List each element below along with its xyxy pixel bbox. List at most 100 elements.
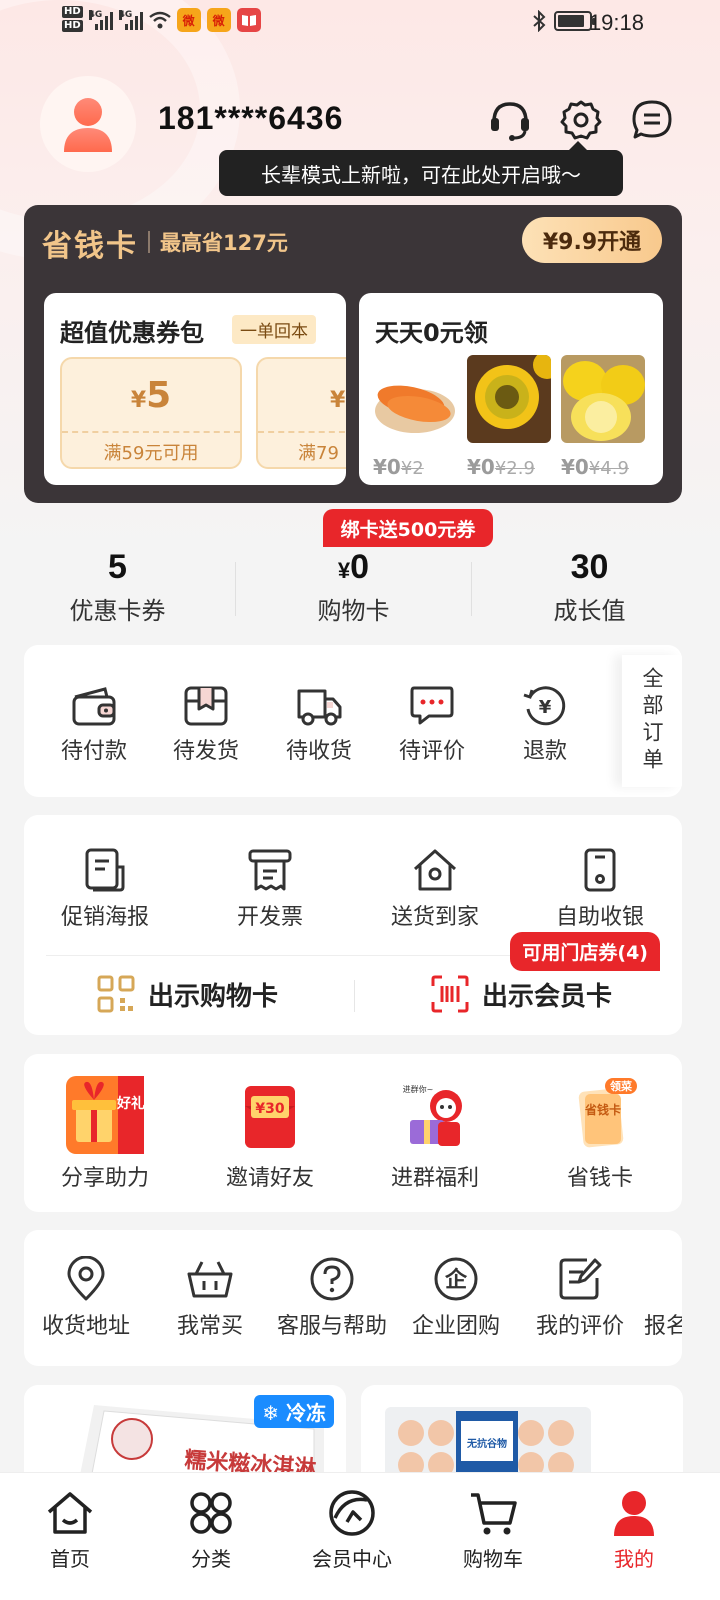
- book-app-icon: [236, 8, 261, 32]
- svg-text:领菜: 领菜: [609, 1079, 633, 1093]
- barcode-scan-icon: [431, 975, 469, 1013]
- mascot-icon: 进群你~: [380, 1076, 490, 1154]
- location-pin-icon: [34, 1256, 138, 1302]
- open-savings-card-button[interactable]: ¥9.9开通: [522, 217, 662, 263]
- store-coupon-badge[interactable]: 可用门店券(4): [510, 932, 660, 971]
- show-shopping-card-button[interactable]: 出示购物卡: [96, 974, 278, 1014]
- promo-share-boost[interactable]: 好礼 分享助力: [50, 1076, 160, 1192]
- coupon-pack-title: 超值优惠券包: [60, 319, 204, 347]
- home-icon: [10, 1487, 130, 1539]
- stat-coupons[interactable]: 5 优惠卡券: [0, 548, 235, 626]
- status-bar: HD HD 4G 4G 微 微 19:18: [0, 0, 720, 48]
- nav-home[interactable]: 首页: [10, 1487, 130, 1572]
- coupon-tile[interactable]: ¥5 满59元可用: [60, 357, 242, 469]
- battery-icon: [554, 11, 595, 31]
- home-delivery-icon: [380, 847, 490, 893]
- bottom-nav: 首页 分类 会员中心 购物车 我的: [0, 1472, 720, 1600]
- coupon-pack-panel[interactable]: 超值优惠券包 一单回本 ¥5 满59元可用 ¥ 满79: [44, 293, 346, 485]
- savings-card[interactable]: 省钱卡 最高省127元 ¥9.9开通 超值优惠券包 一单回本 ¥5 满59元可用…: [24, 205, 682, 503]
- stat-growth[interactable]: 30 成长值: [472, 548, 707, 626]
- phone-checkout-icon: [545, 847, 655, 893]
- clock: 19:18: [588, 10, 644, 35]
- tool-customer-help[interactable]: 客服与帮助: [272, 1256, 392, 1340]
- bind-card-badge[interactable]: 绑卡送500元券: [323, 509, 493, 547]
- order-refund[interactable]: ¥ 退款: [505, 685, 585, 765]
- promo-group-welfare[interactable]: 进群你~ 进群福利: [380, 1076, 490, 1192]
- tool-my-reviews[interactable]: 我的评价: [528, 1256, 632, 1340]
- nav-profile[interactable]: 我的: [574, 1487, 694, 1572]
- order-pending-payment[interactable]: 待付款: [54, 685, 134, 765]
- service-invoice[interactable]: 开发票: [215, 847, 325, 931]
- tool-frequent-buys[interactable]: 我常买: [158, 1256, 262, 1340]
- weibo-icon: 微: [206, 8, 231, 32]
- review-icon: [528, 1256, 632, 1302]
- chat-icon: [392, 685, 472, 727]
- tool-enterprise-purchase[interactable]: 企 企业团购: [404, 1256, 508, 1340]
- service-promo-poster[interactable]: 促销海报: [50, 847, 160, 931]
- settings-gear-icon[interactable]: [558, 97, 604, 143]
- all-orders-button[interactable]: 全部订单: [622, 655, 682, 787]
- nav-category[interactable]: 分类: [151, 1487, 271, 1572]
- tool-delivery-address[interactable]: 收货地址: [34, 1256, 138, 1340]
- svg-text:无抗谷物: 无抗谷物: [466, 1437, 507, 1450]
- profile-icon: [574, 1487, 694, 1539]
- elder-mode-tooltip[interactable]: 长辈模式上新啦，可在此处开启哦～: [219, 141, 623, 196]
- promo-savings-card[interactable]: 省钱卡 领菜 省钱卡: [545, 1076, 655, 1192]
- passion-fruit-image: [467, 351, 561, 443]
- message-icon[interactable]: [629, 97, 675, 143]
- customer-service-icon[interactable]: [487, 97, 533, 143]
- free-daily-title: 天天0元领: [375, 319, 488, 347]
- service-self-checkout[interactable]: 自助收银: [545, 847, 655, 931]
- order-to-review[interactable]: 待评价: [392, 685, 472, 765]
- order-to-receive[interactable]: 待收货: [279, 685, 359, 765]
- service-home-delivery[interactable]: 送货到家: [380, 847, 490, 931]
- enterprise-icon: 企: [404, 1256, 508, 1302]
- signal-icon: 4G: [88, 10, 113, 30]
- stat-shopping-card[interactable]: ¥0 购物卡: [236, 548, 471, 626]
- promos-card: 好礼 分享助力 ¥30 邀请好友 进群你~ 进群福利 省钱卡 领菜 省钱卡: [24, 1054, 682, 1212]
- weibo-icon: 微: [176, 8, 201, 32]
- svg-text:企: 企: [444, 1267, 468, 1293]
- promo-invite-friends[interactable]: ¥30 邀请好友: [215, 1076, 325, 1192]
- savings-card-icon: 省钱卡 领菜: [545, 1076, 655, 1154]
- lemon-image: [561, 355, 645, 443]
- svg-text:好礼: 好礼: [116, 1095, 144, 1112]
- wifi-icon: [148, 11, 171, 29]
- services-card: 促销海报 开发票 送货到家 自助收银 出示购物卡 出示会员卡 可用门店券(4): [24, 815, 682, 1035]
- cart-icon: [433, 1487, 553, 1539]
- snowflake-icon: ❄: [262, 1401, 280, 1425]
- red-envelope-icon: ¥30: [215, 1076, 325, 1154]
- carrot-image: [373, 355, 457, 443]
- box-icon: [166, 685, 246, 727]
- signal-icon: 4G: [118, 10, 143, 30]
- savings-card-title: 省钱卡: [42, 229, 138, 264]
- show-member-card-button[interactable]: 出示会员卡: [430, 974, 612, 1014]
- free-item-passion-fruit[interactable]: ¥0¥2.9: [467, 351, 561, 479]
- qr-code-icon: [97, 975, 135, 1013]
- coupon-pack-tag: 一单回本: [232, 315, 316, 344]
- nav-member-center[interactable]: 会员中心: [292, 1487, 412, 1572]
- avatar[interactable]: [40, 76, 136, 172]
- hd-indicator: HD HD: [62, 6, 83, 32]
- bluetooth-icon: [533, 10, 546, 32]
- svg-text:¥: ¥: [539, 697, 552, 718]
- user-phone: 181****6436: [158, 100, 344, 136]
- svg-text:进群你~: 进群你~: [403, 1084, 434, 1094]
- order-to-ship[interactable]: 待发货: [166, 685, 246, 765]
- free-daily-panel[interactable]: 天天0元领 ¥0¥2 ¥0¥2.9 ¥0¥4.9: [359, 293, 663, 485]
- nav-cart[interactable]: 购物车: [433, 1487, 553, 1572]
- refund-icon: ¥: [505, 685, 585, 727]
- tool-sign-up[interactable]: 报名: [644, 1256, 682, 1340]
- orders-card: 待付款 待发货 待收货 待评价 ¥ 退款 全部订单: [24, 645, 682, 797]
- coupon-tile[interactable]: ¥ 满79: [256, 357, 346, 469]
- gift-box-icon: 好礼: [50, 1076, 160, 1154]
- user-avatar-icon: [64, 98, 112, 152]
- frozen-badge: ❄ 冷冻: [254, 1395, 334, 1428]
- free-item-lemon[interactable]: ¥0¥4.9: [561, 355, 645, 479]
- basket-icon: [158, 1256, 262, 1302]
- help-icon: [272, 1256, 392, 1302]
- free-item-carrot[interactable]: ¥0¥2: [373, 355, 457, 479]
- savings-card-subtitle: 最高省127元: [160, 231, 288, 255]
- invoice-icon: [215, 847, 325, 893]
- account-stats: 5 优惠卡券 ¥0 购物卡 30 成长值: [0, 540, 706, 630]
